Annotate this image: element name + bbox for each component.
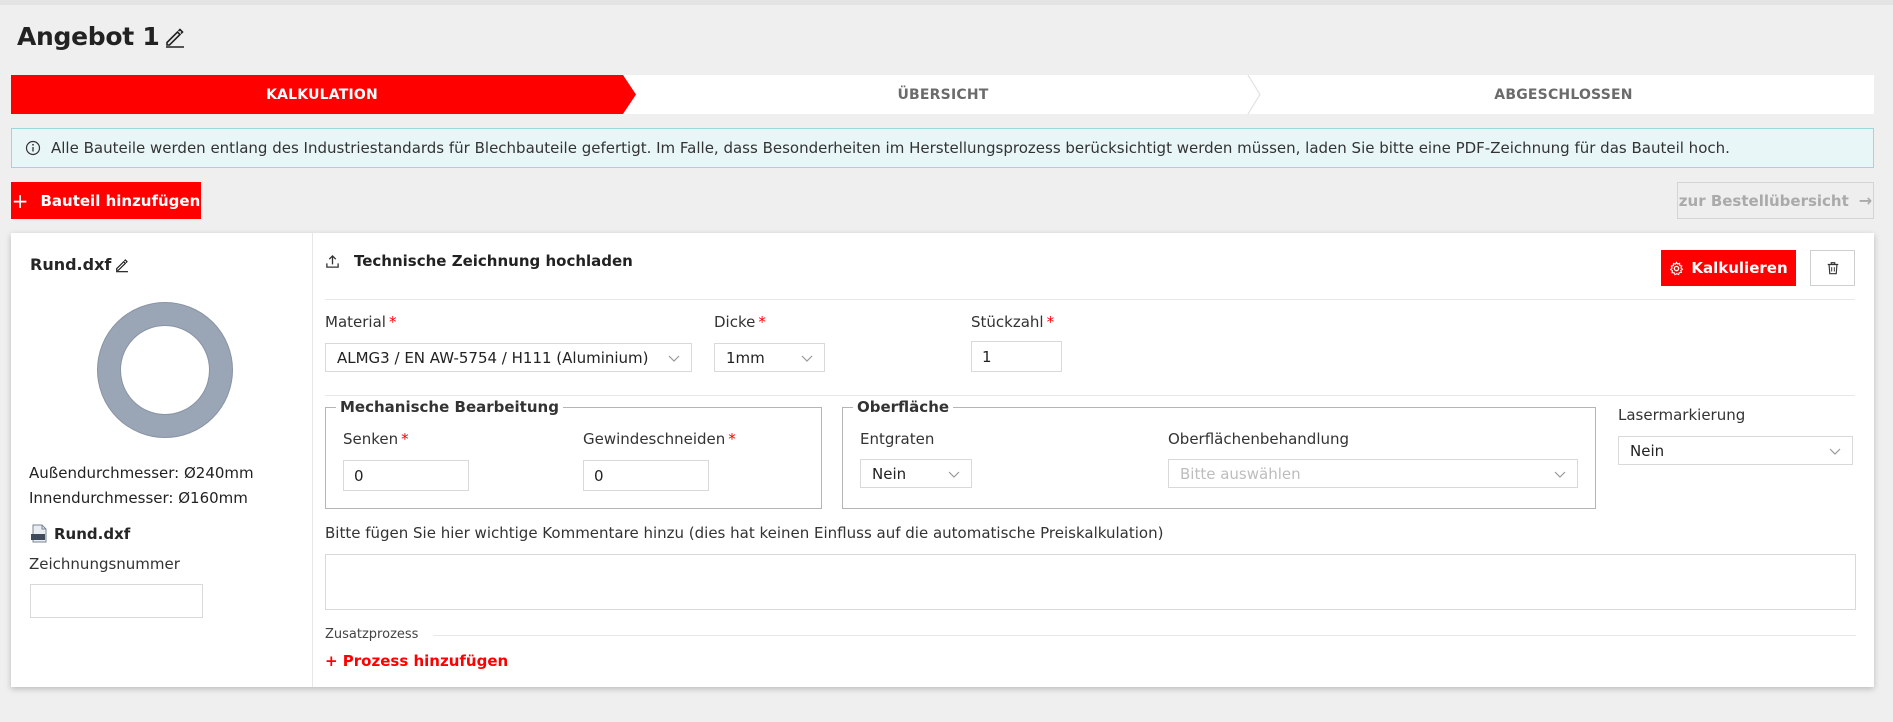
divider (325, 395, 1855, 396)
plus-icon: + (11, 188, 29, 213)
thread-label: Gewindeschneiden * (583, 430, 736, 448)
comment-textarea[interactable] (325, 554, 1856, 610)
arrow-right-icon: → (1858, 191, 1873, 210)
info-icon (25, 140, 41, 156)
chevron-down-icon (948, 471, 960, 478)
surface-fieldset: Oberfläche (842, 398, 1596, 509)
quantity-label: Stückzahl * (971, 313, 1055, 331)
upload-icon (326, 254, 339, 268)
laser-select[interactable]: Nein (1618, 436, 1853, 465)
step-uebersicht[interactable]: ÜBERSICHT (633, 75, 1253, 114)
thickness-select[interactable]: 1mm (714, 343, 825, 372)
treatment-select[interactable]: Bitte auswählen (1168, 459, 1578, 488)
add-part-button[interactable]: + Bauteil hinzufügen (11, 182, 201, 219)
drawing-number-label: Zeichnungsnummer (29, 555, 180, 573)
treatment-label: Oberflächenbehandlung (1168, 430, 1350, 448)
laser-value: Nein (1630, 441, 1665, 460)
edit-icon[interactable] (114, 257, 130, 273)
file-name: Rund.dxf (54, 524, 131, 543)
part-name: Rund.dxf (30, 255, 130, 274)
page-title-text: Angebot 1 (17, 22, 160, 51)
deburr-value: Nein (872, 464, 907, 483)
top-border (0, 0, 1893, 5)
dxf-file-icon (31, 524, 47, 543)
outer-diameter: Außendurchmesser: Ø240mm (29, 464, 254, 482)
trash-icon (1827, 262, 1838, 275)
sink-label: Senken * (343, 430, 409, 448)
chevron-down-icon (801, 355, 813, 362)
deburr-select[interactable]: Nein (860, 459, 972, 488)
quantity-input[interactable]: 1 (971, 341, 1062, 372)
thread-input[interactable]: 0 (583, 460, 709, 491)
divider (433, 635, 1856, 636)
upload-drawing-label: Technische Zeichnung hochladen (354, 252, 633, 270)
calculate-label: Kalkulieren (1691, 259, 1788, 277)
sink-input[interactable]: 0 (343, 460, 469, 491)
order-overview-button[interactable]: zur Bestellübersicht → (1677, 182, 1874, 219)
deburr-label: Entgraten (860, 430, 935, 448)
order-overview-label: zur Bestellübersicht (1678, 191, 1849, 210)
chevron-down-icon (668, 355, 680, 362)
thickness-label: Dicke * (714, 313, 766, 331)
progress-steps: KALKULATION ÜBERSICHT ABGESCHLOSSEN (11, 75, 1874, 114)
upload-drawing-link[interactable]: Technische Zeichnung hochladen (325, 252, 633, 270)
delete-button[interactable] (1810, 250, 1855, 286)
info-banner: Alle Bauteile werden entlang des Industr… (11, 128, 1874, 168)
part-config-column: Technische Zeichnung hochladen Kalkulier… (325, 233, 1866, 687)
gear-icon (1670, 260, 1684, 275)
step-abgeschlossen[interactable]: ABGESCHLOSSEN (1253, 75, 1874, 114)
laser-label: Lasermarkierung (1618, 406, 1746, 424)
surface-legend: Oberfläche (853, 398, 954, 416)
inner-diameter: Innendurchmesser: Ø160mm (29, 489, 248, 507)
part-name-text: Rund.dxf (30, 255, 112, 274)
info-text: Alle Bauteile werden entlang des Industr… (51, 139, 1730, 157)
part-preview-ring (97, 302, 233, 438)
add-process-link[interactable]: + Prozess hinzufügen (325, 652, 508, 670)
treatment-placeholder: Bitte auswählen (1180, 464, 1301, 483)
calculate-button[interactable]: Kalkulieren (1661, 250, 1796, 286)
file-link[interactable]: Rund.dxf (30, 524, 130, 543)
extra-process-label: Zusatzprozess (325, 627, 419, 642)
part-card: Rund.dxf Außendurchmesser: Ø240mm Innend… (11, 233, 1874, 687)
material-value: ALMG3 / EN AW-5754 / H111 (Aluminium) (337, 348, 649, 367)
material-select[interactable]: ALMG3 / EN AW-5754 / H111 (Aluminium) (325, 343, 692, 372)
thickness-value: 1mm (726, 348, 765, 367)
divider (325, 299, 1855, 300)
comment-label: Bitte fügen Sie hier wichtige Kommentare… (325, 524, 1164, 542)
mechanical-legend: Mechanische Bearbeitung (336, 398, 563, 416)
mechanical-fieldset: Mechanische Bearbeitung (325, 398, 822, 509)
material-label: Material * (325, 313, 397, 331)
step-kalkulation[interactable]: KALKULATION (11, 75, 633, 114)
drawing-number-input[interactable] (30, 584, 203, 618)
chevron-down-icon (1554, 471, 1566, 478)
chevron-down-icon (1829, 448, 1841, 455)
add-part-label: Bauteil hinzufügen (40, 191, 201, 210)
part-preview-column: Rund.dxf Außendurchmesser: Ø240mm Innend… (11, 233, 313, 687)
page-title: Angebot 1 (17, 22, 187, 51)
edit-icon[interactable] (163, 25, 187, 49)
